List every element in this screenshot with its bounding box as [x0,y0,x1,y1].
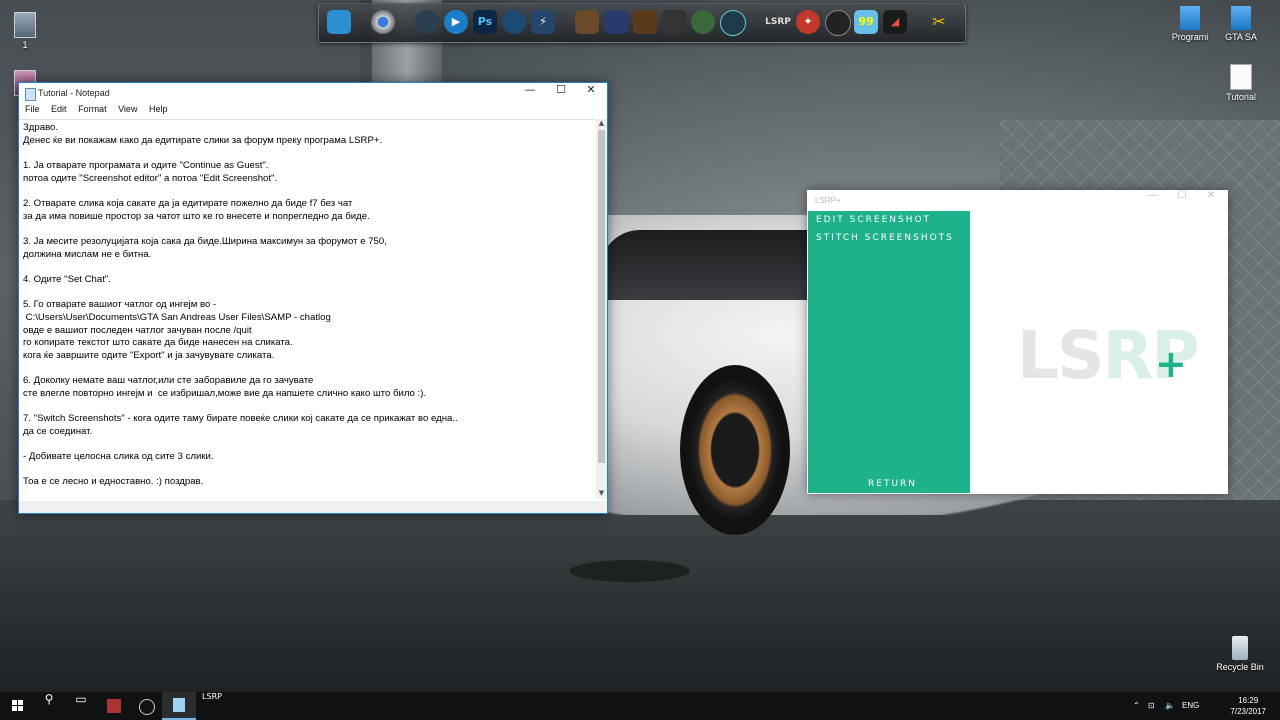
folder-icon [1231,6,1251,30]
notepad-content[interactable]: Здраво. Денес ќе ви покажам како да едит… [19,120,595,489]
game-icon-2[interactable] [604,10,628,34]
desktop-icon-tutorial[interactable]: Tutorial [1213,64,1269,102]
notepad-icon [173,698,185,712]
photoshop-icon[interactable]: Ps [473,10,497,34]
lsrp-badge-icon[interactable]: LSRP [763,10,793,34]
media-player-icon[interactable] [415,10,439,34]
notepad-menu-bar: File Edit Format View Help [19,104,607,118]
edit-screenshot-button[interactable]: EDIT SCREENSHOT [816,215,931,225]
taskbar-app-1[interactable] [97,692,131,720]
desktop-icon-programi[interactable]: Programi [1162,6,1218,42]
return-button[interactable]: RETURN [868,479,917,489]
close-button[interactable]: ✕ [1196,190,1226,210]
desktop-icon-label: GTA SA [1225,32,1257,42]
logo-plus: + [1155,342,1187,386]
play-icon[interactable]: ▶ [444,10,468,34]
menu-help[interactable]: Help [149,104,168,114]
notepad-icon [25,88,36,101]
minimize-button[interactable]: — [1138,190,1168,210]
taskbar: ⚲ ▭ LSRP ⌃ ⊡ 🔈 ENG 16:29 7/23/2017 [0,692,1280,720]
settings-tools-icon[interactable]: ✂ [927,10,951,34]
stitch-screenshots-button[interactable]: STITCH SCREENSHOTS [816,233,954,243]
notepad-window: Tutorial - Notepad — ☐ ✕ File Edit Forma… [18,82,608,514]
scroll-thumb[interactable] [598,130,605,463]
start-button[interactable] [0,692,34,720]
tool-icon[interactable]: ⚡ [531,10,555,34]
folder-icon [1180,6,1200,30]
desktop-display-icon[interactable] [327,10,351,34]
app-thumbnail-icon [107,699,121,713]
menu-view[interactable]: View [118,104,137,114]
clock-date: 7/23/2017 [1230,707,1266,716]
vertical-scrollbar[interactable]: ▲ ▼ [596,119,607,499]
wallpaper-manhole [570,560,690,582]
game-icon-6[interactable] [720,10,746,36]
minimize-button[interactable]: — [515,83,545,104]
lsrp-window: LSRP+ — ☐ ✕ EDIT SCREENSHOT STITCH SCREE… [807,190,1228,494]
wallpaper-ground [0,500,1280,692]
circle-app-icon [139,699,155,715]
menu-file[interactable]: File [25,104,40,114]
task-view-icon[interactable]: ▭ [64,692,98,720]
counter-icon[interactable]: 99 [854,10,878,34]
chrome-icon[interactable] [371,10,395,34]
close-button[interactable]: ✕ [576,83,606,104]
maximize-button[interactable]: ☐ [1167,190,1197,210]
desktop-icon-label: Programi [1171,32,1209,42]
text-file-icon [1230,64,1252,90]
arrow-app-icon[interactable]: ◢ [883,10,907,34]
menu-edit[interactable]: Edit [51,104,67,114]
game-icon-5[interactable] [691,10,715,34]
desktop-icon-recycle-bin[interactable]: Recycle Bin [1212,636,1268,672]
scroll-up-icon[interactable]: ▲ [596,119,607,129]
horizontal-bar [19,501,606,513]
desktop-icon-label: 1 [22,40,28,50]
network-icon[interactable]: ⊡ [1148,692,1155,720]
lsrp-sidebar: EDIT SCREENSHOT STITCH SCREENSHOTS RETUR… [808,211,970,493]
maximize-button[interactable]: ☐ [546,83,576,104]
clock-time: 16:29 [1238,696,1259,705]
desktop-icon-label: Tutorial [1226,92,1256,102]
volume-icon[interactable]: 🔈 [1165,692,1175,720]
game-icon-1[interactable] [575,10,599,34]
scroll-down-icon[interactable]: ▼ [596,489,607,499]
menu-format[interactable]: Format [78,104,107,114]
wallpaper-car-wheel [680,365,790,535]
window-title: LSRP+ [815,196,841,205]
language-indicator[interactable]: ENG [1182,692,1199,720]
desktop-icon-left[interactable]: 1 [0,12,53,50]
taskbar-notepad[interactable] [162,692,196,720]
shield-icon[interactable]: ✦ [796,10,820,34]
recycle-bin-icon [1232,636,1248,660]
logo-ls: LS [1017,317,1105,394]
clock[interactable]: 16:29 7/23/2017 [1230,695,1266,717]
desktop-icon-gta-sa[interactable]: GTA SA [1213,6,1269,42]
taskbar-app-2[interactable] [130,692,164,720]
monitor-icon [14,12,36,38]
windows-icon [11,700,23,711]
top-dock: ▶ Ps ⚡ LSRP ✦ 99 ◢ ✂ [318,3,966,43]
window-title: Tutorial - Notepad [38,88,110,98]
desktop-icon-label: Recycle Bin [1216,662,1264,672]
lsrp-title-bar[interactable]: LSRP+ — ☐ ✕ [807,190,1228,210]
taskbar-lsrp[interactable]: LSRP [196,692,228,720]
steam-icon[interactable] [502,10,526,34]
obs-icon[interactable] [825,10,851,36]
game-icon-4[interactable] [662,10,686,34]
game-icon-3[interactable] [633,10,657,34]
notepad-title-bar[interactable]: Tutorial - Notepad — ☐ ✕ [19,83,607,104]
search-icon[interactable]: ⚲ [32,692,66,720]
notepad-text-area[interactable]: Здраво. Денес ќе ви покажам како да едит… [19,119,595,500]
tray-chevron-icon[interactable]: ⌃ [1133,692,1140,720]
